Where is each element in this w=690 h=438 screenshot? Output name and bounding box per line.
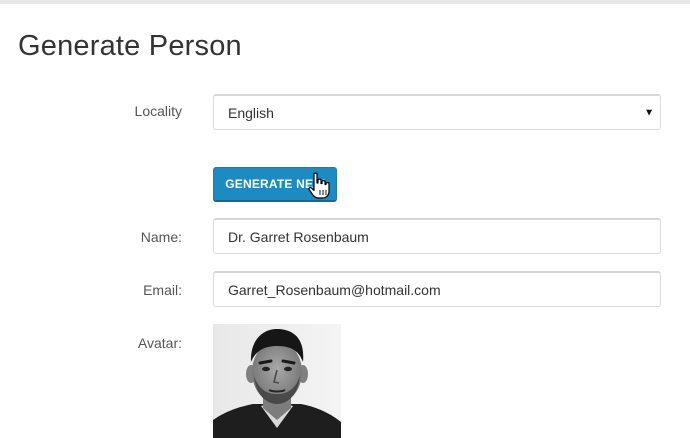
- locality-select[interactable]: English ▼: [213, 94, 661, 130]
- email-value: Garret_Rosenbaum@hotmail.com: [228, 281, 441, 298]
- generate-person-page: Generate Person Locality English ▼ GENER…: [0, 0, 690, 438]
- email-field[interactable]: Garret_Rosenbaum@hotmail.com: [213, 271, 661, 307]
- avatar-label: Avatar:: [137, 335, 182, 351]
- top-border: [0, 0, 690, 4]
- hand-pointer-icon: [308, 172, 330, 199]
- name-label: Name:: [140, 229, 182, 245]
- email-label: Email:: [143, 282, 182, 298]
- caret-down-icon: ▼: [644, 107, 654, 118]
- name-field[interactable]: Dr. Garret Rosenbaum: [213, 218, 661, 254]
- name-value: Dr. Garret Rosenbaum: [228, 228, 369, 245]
- locality-label: Locality: [134, 103, 182, 119]
- locality-selected-value: English: [228, 104, 274, 121]
- avatar: [213, 324, 341, 438]
- page-title: Generate Person: [18, 30, 242, 62]
